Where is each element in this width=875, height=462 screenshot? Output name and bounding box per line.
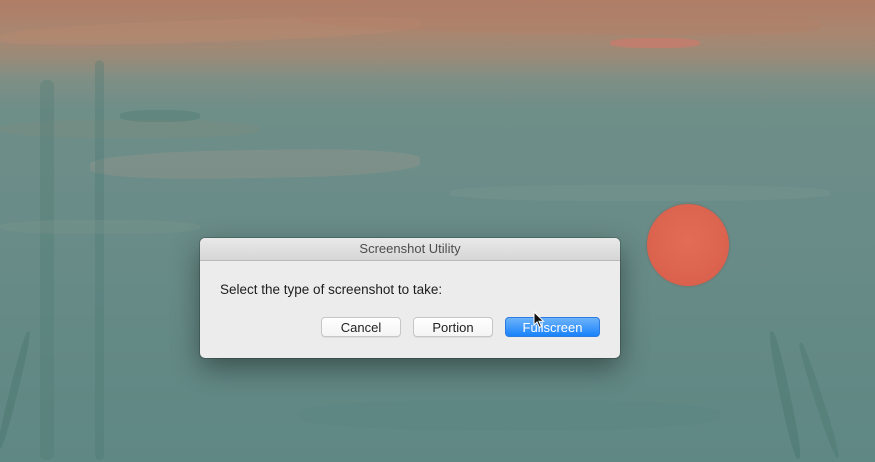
desktop-wallpaper — [0, 0, 875, 462]
paint-stroke — [40, 80, 54, 460]
paint-stroke — [300, 400, 720, 430]
portion-button[interactable]: Portion — [413, 317, 493, 337]
paint-stroke — [766, 330, 804, 460]
cancel-button[interactable]: Cancel — [321, 317, 401, 337]
screenshot-utility-dialog: Screenshot Utility Select the type of sc… — [200, 238, 620, 358]
arrow-cursor-icon — [533, 311, 545, 329]
dialog-title: Screenshot Utility — [200, 238, 620, 261]
paint-stroke — [0, 220, 200, 234]
paint-stroke — [450, 185, 830, 201]
paint-stroke — [299, 3, 821, 39]
sun-disc — [647, 204, 729, 286]
paint-stroke — [89, 147, 421, 181]
paint-stroke — [796, 341, 842, 459]
dialog-message: Select the type of screenshot to take: — [220, 282, 443, 297]
paint-stroke — [0, 330, 33, 450]
paint-stroke — [0, 120, 260, 138]
paint-stroke — [610, 38, 700, 48]
fullscreen-button[interactable]: Fullscreen — [505, 317, 600, 337]
paint-stroke — [95, 60, 104, 460]
paint-stroke — [120, 110, 200, 122]
